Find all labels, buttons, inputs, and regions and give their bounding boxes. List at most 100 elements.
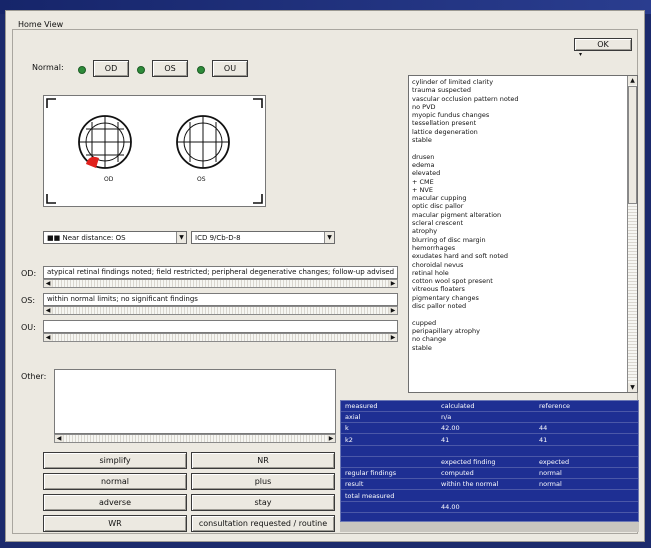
table-cell: computed (441, 469, 474, 478)
chevron-down-icon[interactable]: ▼ (324, 232, 334, 243)
od-status-icon (78, 66, 86, 74)
condition-list-item[interactable]: optic disc pallor (412, 202, 626, 210)
table-cell: k2 (345, 435, 353, 444)
icd-code-value: ICD 9/Cb-D-8 (195, 234, 241, 242)
group-title: Home View (16, 20, 66, 29)
condition-list-item[interactable]: scleral crescent (412, 219, 626, 227)
wr-button[interactable]: WR (43, 515, 187, 532)
ou-button[interactable]: OU (212, 60, 248, 77)
near-distance-select[interactable]: ■■ Near distance: OS ▼ (43, 231, 187, 244)
plus-button[interactable]: plus (191, 473, 335, 490)
condition-list-item[interactable]: choroidal nevus (412, 261, 626, 269)
table-row: k 42.00 44 (341, 423, 638, 435)
condition-list-item[interactable]: stable (412, 344, 626, 352)
results-table-footer (340, 522, 639, 532)
condition-list-item[interactable] (412, 310, 626, 318)
table-row: measured calculated reference (341, 401, 638, 412)
scroll-right-icon[interactable]: ▶ (389, 280, 397, 287)
ou-findings-input[interactable] (43, 320, 398, 333)
condition-list-item[interactable]: + CME (412, 178, 626, 186)
normal-button[interactable]: normal (43, 473, 187, 490)
simplify-button[interactable]: simplify (43, 452, 187, 469)
table-cell: 44.00 (441, 502, 460, 511)
os-button[interactable]: OS (152, 60, 188, 77)
od-button[interactable]: OD (93, 60, 129, 77)
ou-field-label: OU: (21, 323, 36, 332)
scroll-right-icon[interactable]: ▶ (389, 307, 397, 314)
scroll-left-icon[interactable]: ◀ (44, 307, 52, 314)
scroll-thumb[interactable] (628, 86, 637, 204)
normal-label: Normal: (32, 63, 64, 72)
consultation-button[interactable]: consultation requested / routine (191, 515, 335, 532)
condition-list-item[interactable]: vascular occlusion pattern noted (412, 95, 626, 103)
condition-list-item[interactable]: trauma suspected (412, 86, 626, 94)
eye-diagram-panel[interactable]: OD OS (43, 95, 266, 207)
other-notes-textarea[interactable] (54, 369, 336, 434)
icd-code-select[interactable]: ICD 9/Cb-D-8 ▼ (191, 231, 335, 244)
other-horizontal-scrollbar[interactable]: ◀ ▶ (54, 434, 336, 443)
table-cell: within the normal (441, 480, 499, 489)
condition-list-item[interactable]: blurring of disc margin (412, 236, 626, 244)
table-cell: regular findings (345, 469, 397, 478)
ou-horizontal-scrollbar[interactable]: ◀ ▶ (43, 333, 398, 342)
table-cell: reference (539, 402, 571, 410)
table-cell: 42.00 (441, 424, 460, 433)
condition-list-item[interactable] (412, 144, 626, 152)
condition-list-item[interactable]: no PVD (412, 103, 626, 111)
table-cell: calculated (441, 402, 475, 410)
condition-list-item[interactable]: hemorrhages (412, 244, 626, 252)
condition-list-item[interactable]: cotton wool spot present (412, 277, 626, 285)
condition-list-item[interactable]: + NVE (412, 186, 626, 194)
condition-list-item[interactable]: lattice degeneration (412, 128, 626, 136)
table-cell: n/a (441, 413, 452, 422)
scroll-left-icon[interactable]: ◀ (44, 334, 52, 341)
condition-list-item[interactable]: edema (412, 161, 626, 169)
scroll-left-icon[interactable]: ◀ (44, 280, 52, 287)
chevron-down-icon[interactable]: ▼ (176, 232, 186, 243)
table-row (341, 446, 638, 457)
os-horizontal-scrollbar[interactable]: ◀ ▶ (43, 306, 398, 315)
scroll-left-icon[interactable]: ◀ (55, 435, 63, 442)
ou-status-icon (197, 66, 205, 74)
od-findings-input[interactable]: atypical retinal findings noted; field r… (43, 266, 398, 279)
condition-list-item[interactable]: myopic fundus changes (412, 111, 626, 119)
condition-list-item[interactable]: tessellation present (412, 119, 626, 127)
condition-list-item[interactable]: disc pallor noted (412, 302, 626, 310)
condition-list-item[interactable]: no change (412, 335, 626, 343)
condition-list-item[interactable]: macular cupping (412, 194, 626, 202)
od-field-label: OD: (21, 269, 37, 278)
condition-list-item[interactable]: elevated (412, 169, 626, 177)
condition-list-item[interactable]: retinal hole (412, 269, 626, 277)
scroll-right-icon[interactable]: ▶ (327, 435, 335, 442)
condition-list-item[interactable]: exudates hard and soft noted (412, 252, 626, 260)
adverse-button[interactable]: adverse (43, 494, 187, 511)
table-row: expected finding expected (341, 457, 638, 468)
scroll-right-icon[interactable]: ▶ (389, 334, 397, 341)
condition-list-item[interactable]: macular pigment alteration (412, 211, 626, 219)
table-cell: normal (539, 469, 562, 478)
table-cell: normal (539, 480, 562, 489)
ok-button[interactable]: OK (574, 38, 632, 51)
results-table: measured calculated reference axial n/a k 42.0… (340, 400, 639, 522)
scroll-down-icon[interactable]: ▼ (628, 383, 637, 392)
application-window: Home View OK ▾ Normal: OD OS OU OD OS ■■… (5, 10, 645, 542)
table-cell: 41 (539, 435, 548, 444)
condition-list-item[interactable]: cylinder of limited clarity (412, 78, 626, 86)
condition-list-item[interactable]: cupped (412, 319, 626, 327)
condition-list-item[interactable]: peripapillary atrophy (412, 327, 626, 335)
condition-list-item[interactable]: atrophy (412, 227, 626, 235)
condition-list-item[interactable]: drusen (412, 153, 626, 161)
scroll-up-icon[interactable]: ▲ (628, 76, 637, 85)
table-row: total measured (341, 491, 638, 502)
condition-list-item[interactable]: stable (412, 136, 626, 144)
nr-button[interactable]: NR (191, 452, 335, 469)
condition-list-item[interactable]: vitreous floaters (412, 285, 626, 293)
os-field-label: OS: (21, 296, 36, 305)
table-row: axial n/a (341, 412, 638, 424)
os-findings-input[interactable]: within normal limits; no significant fin… (43, 293, 398, 306)
od-horizontal-scrollbar[interactable]: ◀ ▶ (43, 279, 398, 288)
condition-listbox[interactable]: cylinder of limited clarity trauma suspec… (408, 75, 638, 393)
condition-list-item[interactable]: pigmentary changes (412, 294, 626, 302)
listbox-vertical-scrollbar[interactable]: ▲ ▼ (627, 76, 637, 392)
stay-button[interactable]: stay (191, 494, 335, 511)
